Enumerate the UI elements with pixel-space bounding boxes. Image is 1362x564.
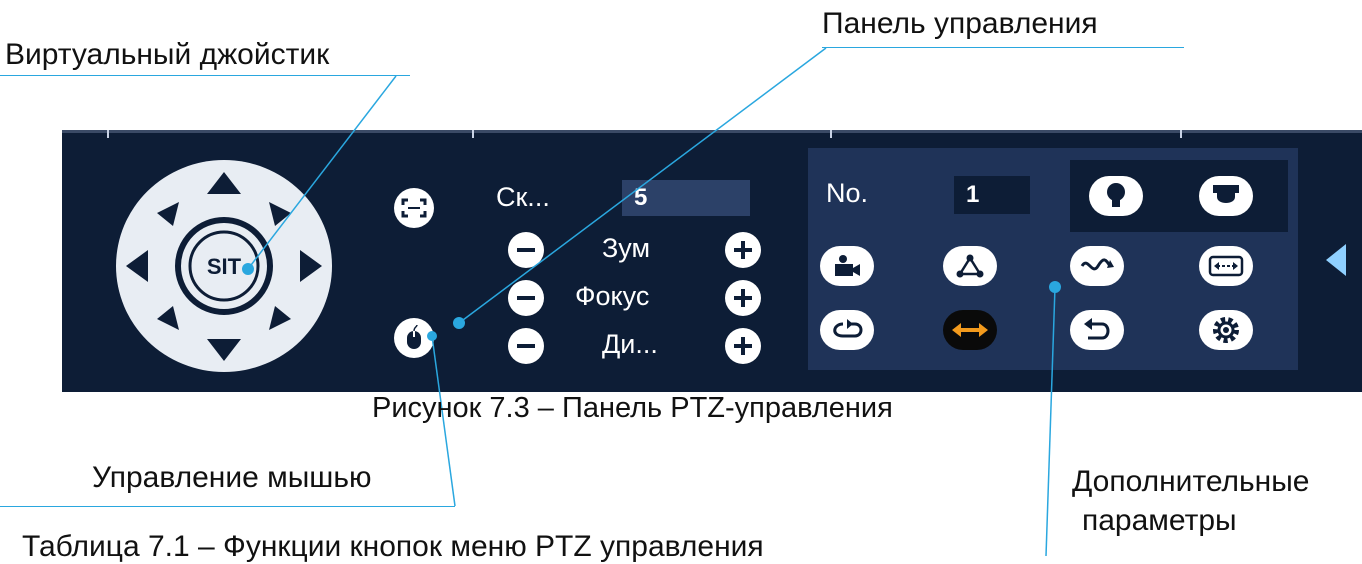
joystick-leader-dot <box>242 263 254 275</box>
figure-caption: Рисунок 7.3 – Панель PTZ-управления <box>372 392 893 424</box>
joystick-leader-line <box>247 75 397 270</box>
extra-params-leader-dot <box>1049 281 1061 293</box>
extra-params-leader-line <box>1045 286 1056 556</box>
control-panel-leader-line <box>458 47 827 324</box>
mouse-leader-dot <box>427 331 437 341</box>
control-panel-leader-dot <box>453 317 465 329</box>
callout-lines <box>242 47 1061 556</box>
table-caption: Таблица 7.1 – Функции кнопок меню PTZ уп… <box>22 530 764 563</box>
